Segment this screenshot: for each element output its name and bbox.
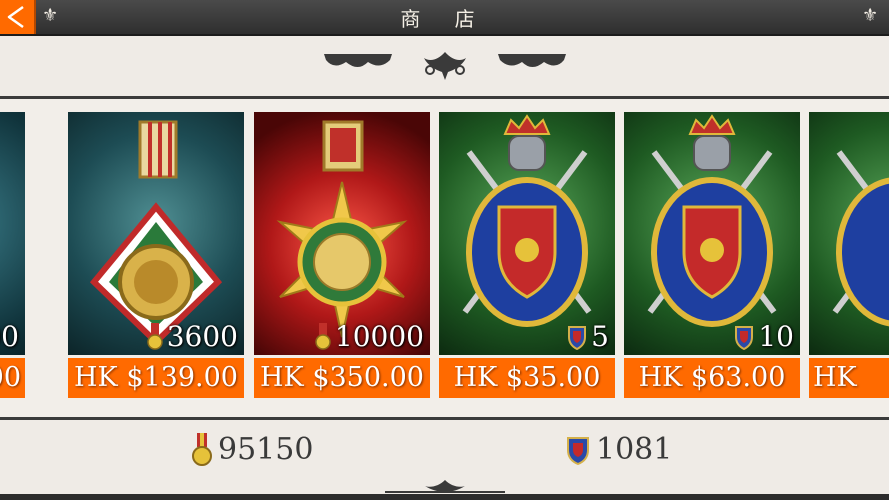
page-title: 商 店 xyxy=(400,7,489,31)
shop-item-card[interactable]: 00 00 xyxy=(0,112,25,402)
item-art xyxy=(254,112,430,355)
medal-icon xyxy=(315,323,331,350)
medal-icon xyxy=(89,120,223,347)
decorative-band xyxy=(0,36,889,99)
item-art xyxy=(809,112,889,355)
item-quantity: 5 xyxy=(567,322,609,352)
shield-balance: 1081 xyxy=(566,432,672,467)
item-art xyxy=(0,112,25,355)
fleur-de-lis-icon: ⚜ xyxy=(862,5,879,26)
shield-icon xyxy=(647,114,777,327)
medal-balance: 95150 xyxy=(192,432,313,467)
item-quantity: 3600 xyxy=(146,322,238,352)
shield-icon xyxy=(568,326,587,350)
item-art xyxy=(68,112,244,355)
item-price-button[interactable]: 00 xyxy=(0,358,25,398)
shop-item-card[interactable]: 10 HK $63.00 xyxy=(624,112,800,402)
shield-icon xyxy=(462,114,592,327)
item-price-button[interactable]: HK $35.00 xyxy=(439,358,615,398)
ornament-icon xyxy=(324,52,566,80)
item-price-button[interactable]: HK $139.00 xyxy=(68,358,244,398)
item-price-button[interactable]: HK xyxy=(809,358,889,398)
medal-icon xyxy=(146,323,163,350)
resource-bar: 95150 1081 xyxy=(0,420,889,500)
item-quantity: 10000 xyxy=(315,322,424,352)
medal-count: 95150 xyxy=(218,432,314,467)
ornament-icon xyxy=(385,480,505,493)
bottom-divider xyxy=(0,494,889,500)
item-price-button[interactable]: HK $350.00 xyxy=(254,358,430,398)
shop-item-card[interactable]: 10000 HK $350.00 xyxy=(254,112,430,402)
top-bar: ⚜ 商 店 ⚜ xyxy=(0,0,889,36)
shield-icon xyxy=(567,436,589,465)
shield-icon xyxy=(735,326,754,350)
shield-icon xyxy=(832,150,889,327)
medal-icon xyxy=(192,432,212,466)
shop-item-card[interactable]: HK xyxy=(809,112,889,402)
shop-item-card[interactable]: 3600 HK $139.00 xyxy=(68,112,244,402)
item-art xyxy=(439,112,615,355)
item-price-button[interactable]: HK $63.00 xyxy=(624,358,800,398)
item-quantity: 10 xyxy=(734,322,794,352)
shop-shelf[interactable]: 00 00 3600 HK $139.00 xyxy=(0,99,889,420)
shop-item-card[interactable]: 5 HK $35.00 xyxy=(439,112,615,402)
shield-count: 1081 xyxy=(596,432,673,467)
item-quantity: 00 xyxy=(0,320,19,353)
item-art xyxy=(624,112,800,355)
medal-icon xyxy=(276,120,408,338)
